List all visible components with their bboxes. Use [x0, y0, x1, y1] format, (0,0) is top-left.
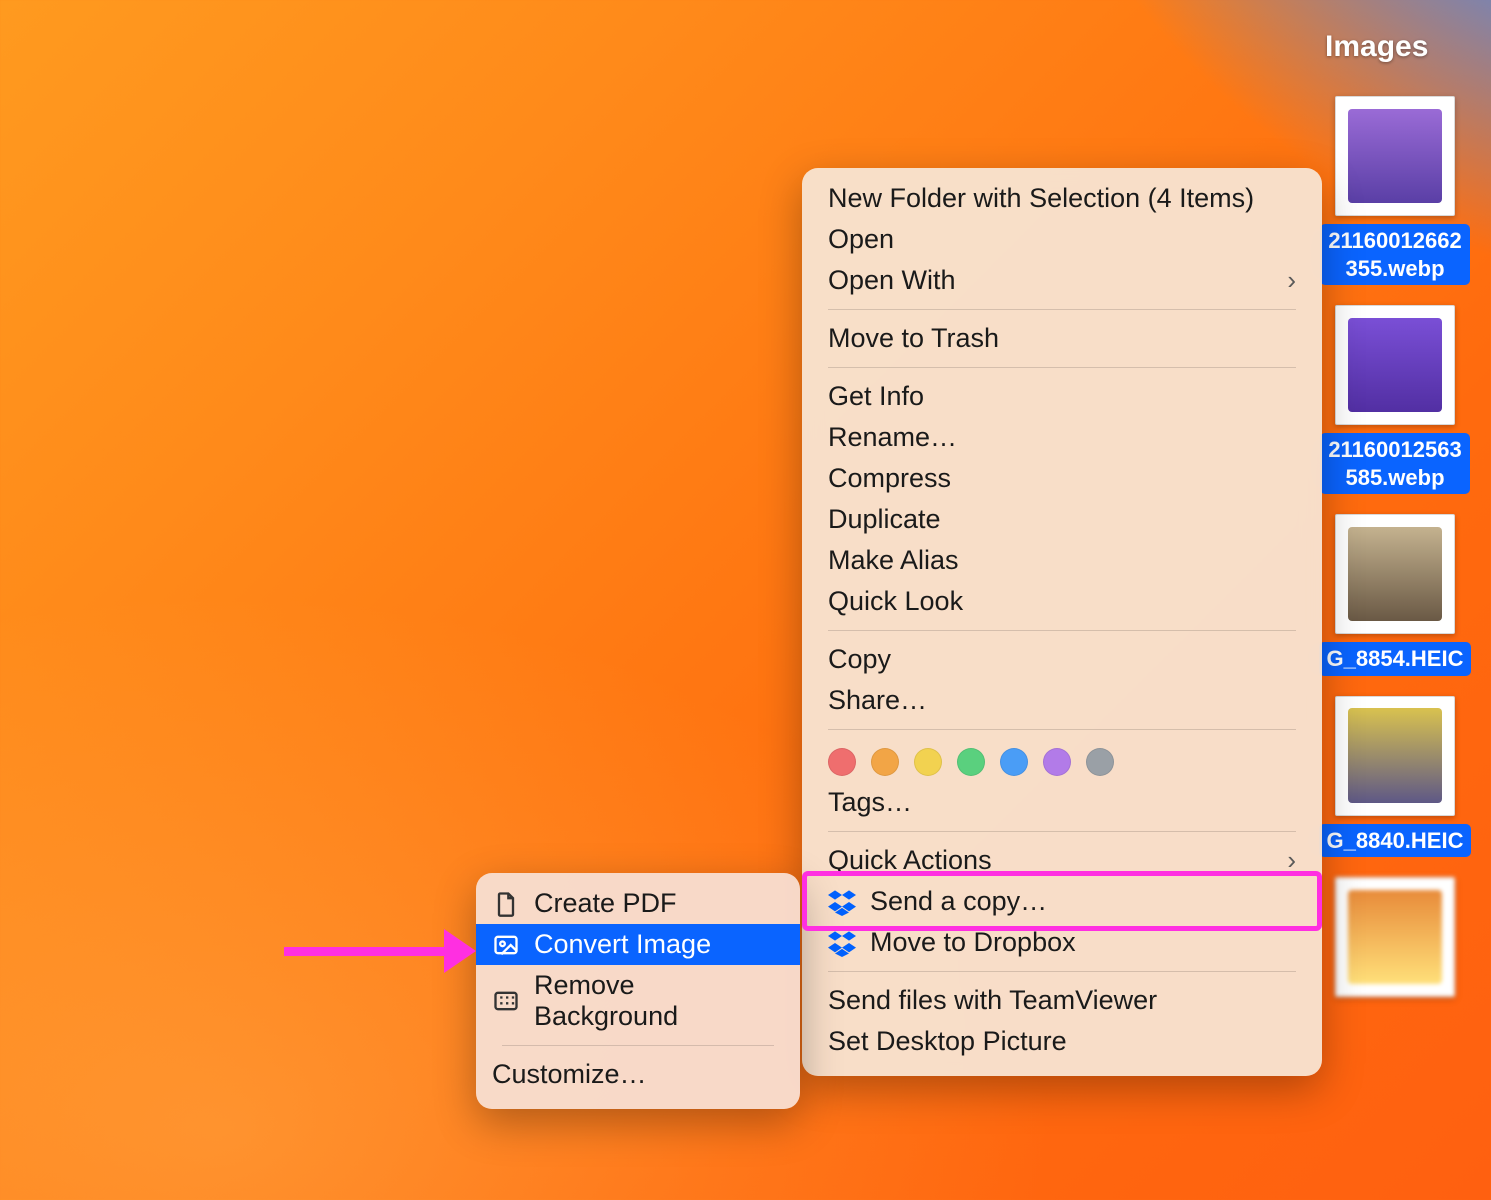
menu-item-label: Set Desktop Picture [828, 1026, 1067, 1057]
menu-item-label: Quick Look [828, 586, 963, 617]
menu-item[interactable]: Move to Trash [802, 318, 1322, 359]
chevron-right-icon: › [1287, 265, 1296, 296]
menu-item-label: Make Alias [828, 545, 959, 576]
submenu-item[interactable]: Convert Image [476, 924, 800, 965]
menu-item-label: Copy [828, 644, 891, 675]
submenu-item-label: Convert Image [534, 929, 711, 960]
submenu-customize[interactable]: Customize… [476, 1054, 800, 1095]
menu-separator [502, 1045, 774, 1046]
menu-item-label: Send a copy… [870, 886, 1047, 917]
submenu-item[interactable]: Create PDF [476, 883, 800, 924]
file-thumbnail [1335, 305, 1455, 425]
submenu-item-label: Remove Background [534, 970, 784, 1032]
remove-bg-icon [492, 987, 520, 1015]
menu-item-label: Open With [828, 265, 956, 296]
folder-label: Images [1325, 30, 1428, 64]
dropbox-icon [828, 929, 856, 957]
menu-item[interactable]: Get Info [802, 376, 1322, 417]
menu-item[interactable]: Quick Look [802, 581, 1322, 622]
file-name: 21160012563 585.webp [1320, 433, 1469, 494]
menu-item-label: Rename… [828, 422, 957, 453]
menu-item[interactable]: Copy [802, 639, 1322, 680]
chevron-right-icon: › [1287, 845, 1296, 876]
menu-item[interactable]: Move to Dropbox [802, 922, 1322, 963]
file-name: 21160012662 355.webp [1320, 224, 1469, 285]
file-thumbnail [1335, 696, 1455, 816]
menu-item-label: Move to Trash [828, 323, 999, 354]
menu-item[interactable]: New Folder with Selection (4 Items) [802, 178, 1322, 219]
menu-item-label: Share… [828, 685, 927, 716]
context-menu: New Folder with Selection (4 Items) Open O… [802, 168, 1322, 1076]
menu-item-label: Open [828, 224, 894, 255]
menu-item[interactable]: Rename… [802, 417, 1322, 458]
menu-separator [828, 367, 1296, 368]
menu-separator [828, 309, 1296, 310]
menu-item-label: Move to Dropbox [870, 927, 1076, 958]
tag-colors-row [802, 738, 1322, 782]
desktop-file[interactable]: 21160012662 355.webp [1320, 96, 1470, 285]
menu-item[interactable]: Send a copy… [802, 881, 1322, 922]
desktop-file[interactable]: G_8854.HEIC [1320, 514, 1470, 676]
tag-dot[interactable] [1086, 748, 1114, 776]
menu-item[interactable]: Quick Actions › [802, 840, 1322, 881]
tag-dot[interactable] [957, 748, 985, 776]
menu-item-label: Tags… [828, 787, 912, 818]
dropbox-icon [828, 888, 856, 916]
desktop-file[interactable]: 21160012563 585.webp [1320, 305, 1470, 494]
menu-item[interactable]: Duplicate [802, 499, 1322, 540]
menu-separator [828, 630, 1296, 631]
menu-item-label: Compress [828, 463, 951, 494]
desktop-files: 21160012662 355.webp 21160012563 585.webp… [1320, 96, 1470, 1017]
tag-dot[interactable] [1043, 748, 1071, 776]
menu-item[interactable]: Open [802, 219, 1322, 260]
menu-item[interactable]: Make Alias [802, 540, 1322, 581]
menu-item-label: New Folder with Selection (4 Items) [828, 183, 1254, 214]
file-name: G_8840.HEIC [1319, 824, 1472, 858]
desktop-file[interactable] [1320, 877, 1470, 997]
menu-separator [828, 729, 1296, 730]
desktop-file[interactable]: G_8840.HEIC [1320, 696, 1470, 858]
file-thumbnail [1335, 514, 1455, 634]
image-icon [492, 931, 520, 959]
annotation-arrow [284, 929, 476, 973]
menu-item-label: Duplicate [828, 504, 941, 535]
quick-actions-submenu: Create PDF Convert Image Remove Background… [476, 873, 800, 1109]
submenu-item[interactable]: Remove Background [476, 965, 800, 1037]
tag-dot[interactable] [828, 748, 856, 776]
menu-item[interactable]: Share… [802, 680, 1322, 721]
menu-separator [828, 971, 1296, 972]
menu-item-label: Get Info [828, 381, 924, 412]
submenu-item-label: Create PDF [534, 888, 677, 919]
file-thumbnail [1335, 877, 1455, 997]
file-name: G_8854.HEIC [1319, 642, 1472, 676]
submenu-item-label: Customize… [492, 1059, 647, 1090]
menu-item[interactable]: Send files with TeamViewer [802, 980, 1322, 1021]
tag-dot[interactable] [871, 748, 899, 776]
menu-item[interactable]: Compress [802, 458, 1322, 499]
tag-dot[interactable] [914, 748, 942, 776]
menu-item-label: Send files with TeamViewer [828, 985, 1157, 1016]
menu-item[interactable]: Set Desktop Picture [802, 1021, 1322, 1062]
menu-item[interactable]: Tags… [802, 782, 1322, 823]
menu-item[interactable]: Open With › [802, 260, 1322, 301]
menu-separator [828, 831, 1296, 832]
doc-icon [492, 890, 520, 918]
file-thumbnail [1335, 96, 1455, 216]
tag-dot[interactable] [1000, 748, 1028, 776]
menu-item-label: Quick Actions [828, 845, 992, 876]
